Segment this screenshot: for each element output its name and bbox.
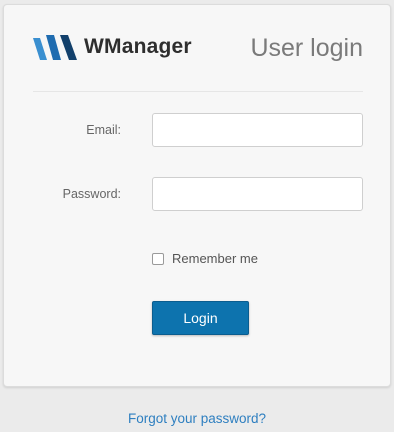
email-label: Email:	[86, 123, 121, 137]
password-field[interactable]	[152, 177, 363, 211]
login-card: WManager User login Email: Password: Rem…	[3, 4, 391, 387]
email-field[interactable]	[152, 113, 363, 147]
brand-logo: WManager	[33, 32, 192, 62]
brand-name: WManager	[84, 35, 192, 58]
remember-me-label[interactable]: Remember me	[172, 251, 258, 266]
page-title: User login	[250, 34, 363, 62]
login-button[interactable]: Login	[152, 301, 249, 335]
wmanager-logo-icon	[33, 35, 77, 60]
header-divider	[33, 91, 363, 92]
remember-me-checkbox[interactable]	[152, 252, 164, 265]
remember-me-control[interactable]: Remember me	[152, 251, 258, 266]
password-label: Password:	[62, 187, 121, 201]
forgot-password-link[interactable]: Forgot your password?	[0, 411, 394, 426]
